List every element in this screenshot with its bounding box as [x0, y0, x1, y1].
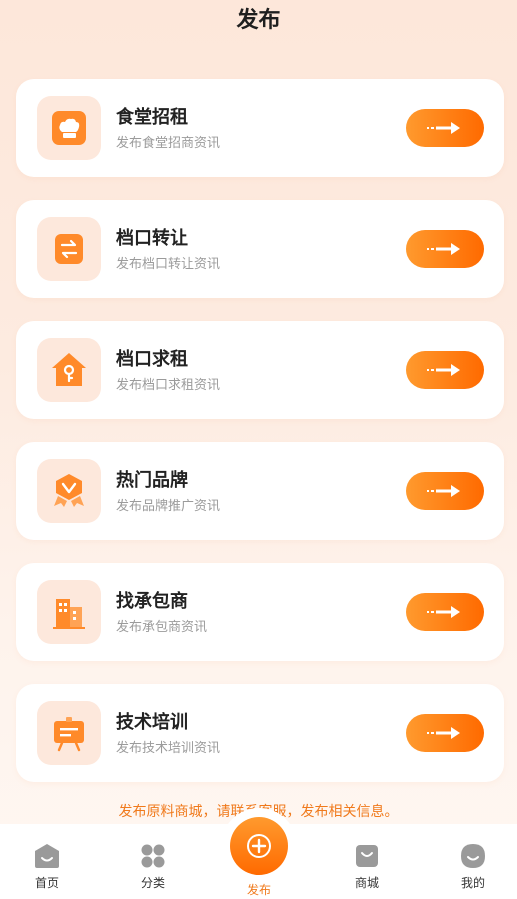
shopping-bag-icon	[356, 845, 378, 867]
card-title: 档口转让	[116, 228, 188, 249]
tab-label: 我的	[460, 876, 485, 890]
arrow-right-icon	[427, 364, 460, 376]
card-stall-wanted[interactable]: 档口求租 发布档口求租资讯	[16, 321, 504, 419]
tab-mine[interactable]: 我的	[443, 842, 503, 891]
card-find-contractor[interactable]: 找承包商 发布承包商资讯	[16, 563, 504, 661]
card-tech-training[interactable]: 技术培训 发布技术培训资讯	[16, 684, 504, 782]
arrow-right-icon	[427, 243, 460, 255]
card-title: 技术培训	[116, 712, 188, 733]
card-hot-brands[interactable]: 热门品牌 发布品牌推广资讯	[16, 442, 504, 540]
card-title: 热门品牌	[116, 470, 188, 491]
house-key-icon	[37, 338, 101, 402]
tab-label: 分类	[140, 876, 165, 890]
card-description: 发布技术培训资讯	[116, 741, 221, 756]
badge-ribbon-icon	[37, 459, 101, 523]
training-board-icon	[37, 701, 101, 765]
card-title: 档口求租	[116, 349, 188, 370]
transfer-arrows-icon	[37, 217, 101, 281]
tab-home[interactable]: 首页	[17, 842, 77, 891]
tab-label: 首页	[34, 876, 59, 890]
go-button[interactable]	[406, 351, 484, 389]
go-button[interactable]	[406, 472, 484, 510]
go-button[interactable]	[406, 230, 484, 268]
card-description: 发布食堂招商资讯	[116, 136, 221, 151]
tab-label: 商城	[354, 876, 379, 890]
card-description: 发布档口转让资讯	[116, 257, 221, 272]
arrow-right-icon	[427, 122, 460, 134]
plus-icon	[247, 834, 271, 858]
profile-face-icon	[461, 844, 485, 868]
home-face-icon	[35, 844, 59, 868]
category-grid-icon	[141, 844, 165, 868]
tab-mall[interactable]: 商城	[337, 842, 397, 891]
chef-hat-icon	[37, 96, 101, 160]
card-canteen-rent[interactable]: 食堂招租 发布食堂招商资讯	[16, 79, 504, 177]
publish-options-list: 食堂招租 发布食堂招商资讯 档口转让 发布档口转让资讯 档口求租 发布档口求租资…	[16, 79, 504, 805]
arrow-right-icon	[427, 606, 460, 618]
page-title: 发布	[236, 8, 281, 33]
card-description: 发布档口求租资讯	[116, 378, 221, 393]
go-button[interactable]	[406, 109, 484, 147]
go-button[interactable]	[406, 593, 484, 631]
go-button[interactable]	[406, 714, 484, 752]
tab-label-publish: 发布	[246, 883, 271, 897]
card-title: 找承包商	[116, 591, 188, 612]
arrow-right-icon	[427, 485, 460, 497]
arrow-right-icon	[427, 727, 460, 739]
card-description: 发布承包商资讯	[116, 620, 208, 635]
tab-publish[interactable]	[230, 817, 288, 875]
card-description: 发布品牌推广资讯	[116, 499, 221, 514]
card-stall-transfer[interactable]: 档口转让 发布档口转让资讯	[16, 200, 504, 298]
card-title: 食堂招租	[116, 107, 188, 128]
tab-category[interactable]: 分类	[123, 842, 183, 891]
building-icon	[37, 580, 101, 644]
